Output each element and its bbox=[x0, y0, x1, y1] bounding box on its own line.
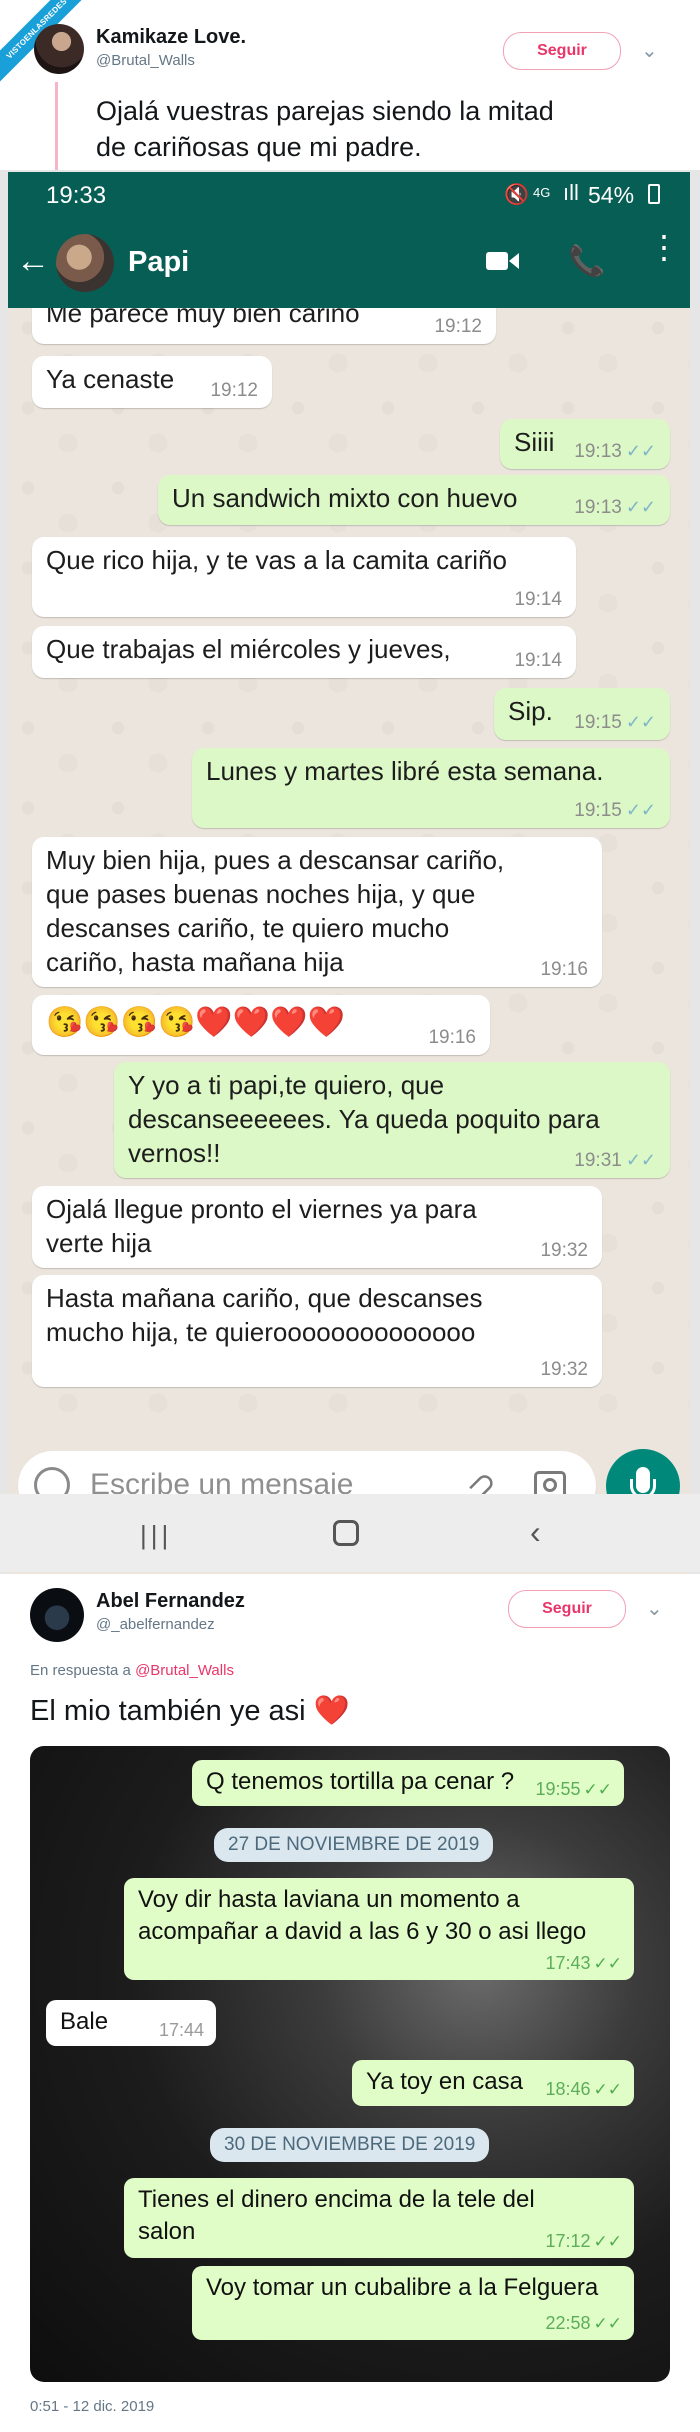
android-nav-bar-strip: ||| ‹ bbox=[0, 1494, 700, 1572]
thread-line bbox=[55, 82, 58, 170]
message-bubble[interactable]: Me parece muy bien cariño 19:12 bbox=[32, 308, 496, 344]
message-bubble[interactable]: Siiii 19:13 ✓✓ bbox=[500, 419, 670, 469]
chat-area: Me parece muy bien cariño 19:12 Ya cenas… bbox=[8, 308, 690, 1441]
read-ticks-icon: ✓✓ bbox=[625, 441, 656, 461]
network-label: 4G bbox=[533, 185, 551, 200]
message-bubble[interactable]: 😘😘😘😘❤️❤️❤️❤️ 19:16 bbox=[32, 995, 490, 1055]
chat-header: ← Papi 📞 ⋮ bbox=[8, 218, 690, 308]
reply-to-link[interactable]: @Brutal_Walls bbox=[135, 1662, 234, 1679]
battery-text: 54% bbox=[588, 182, 635, 208]
read-ticks-icon: ✓✓ bbox=[593, 2232, 623, 2251]
back-arrow-icon[interactable]: ← bbox=[16, 242, 50, 280]
author-handle[interactable]: @_abelfernandez bbox=[96, 1616, 215, 1633]
more-options-icon[interactable]: ⋮ bbox=[648, 231, 680, 263]
reply-context: En respuesta a @Brutal_Walls bbox=[30, 1662, 234, 1679]
author-name[interactable]: Kamikaze Love. bbox=[96, 26, 246, 49]
message-bubble[interactable]: Voy dir hasta laviana un momento a acomp… bbox=[124, 1878, 634, 1980]
back-icon[interactable]: ‹ bbox=[530, 1514, 541, 1551]
message-bubble[interactable]: Lunes y martes libré esta semana. 19:15 ✓… bbox=[192, 748, 670, 828]
video-call-icon[interactable] bbox=[486, 250, 519, 272]
contact-name[interactable]: Papi bbox=[128, 246, 189, 279]
read-ticks-icon: ✓✓ bbox=[583, 1780, 613, 1799]
avatar[interactable] bbox=[30, 1588, 84, 1642]
read-ticks-icon: ✓✓ bbox=[625, 800, 656, 820]
message-bubble[interactable]: Q tenemos tortilla pa cenar ? 19:55 ✓✓ bbox=[192, 1760, 624, 1806]
message-bubble[interactable]: Voy tomar un cubalibre a la Felguera 22:… bbox=[192, 2266, 634, 2340]
message-bubble[interactable]: Sip. 19:15 ✓✓ bbox=[494, 688, 670, 740]
chat-screenshot: Q tenemos tortilla pa cenar ? 19:55 ✓✓ 27… bbox=[30, 1746, 670, 2382]
status-time: 19:33 bbox=[46, 182, 107, 209]
tweet-text: El mio también ye asi ❤️ bbox=[30, 1695, 350, 1727]
date-separator: 27 DE NOVIEMBRE DE 2019 bbox=[214, 1828, 494, 1862]
message-bubble[interactable]: Bale 17:44 bbox=[46, 2000, 216, 2046]
read-ticks-icon: ✓✓ bbox=[625, 1150, 656, 1170]
battery-icon bbox=[648, 184, 660, 204]
date-separator: 30 DE NOVIEMBRE DE 2019 bbox=[210, 2128, 490, 2162]
message-bubble[interactable]: Y yo a ti papi,te quiero, que descanseee… bbox=[114, 1062, 670, 1178]
chevron-down-icon[interactable]: ⌄ bbox=[646, 1596, 663, 1621]
tweet-text-line1: Ojalá vuestras parejas siendo la mitad bbox=[96, 96, 554, 126]
message-bubble[interactable]: Tienes el dinero encima de la tele del s… bbox=[124, 2178, 634, 2258]
message-bubble[interactable]: Hasta mañana cariño, que descanses mucho… bbox=[32, 1275, 602, 1387]
signal-icon: ıll bbox=[563, 180, 579, 205]
mute-icon: 🔇 bbox=[504, 184, 529, 206]
message-bubble[interactable]: Ya cenaste 19:12 bbox=[32, 356, 272, 408]
read-ticks-icon: ✓✓ bbox=[593, 2314, 623, 2333]
heart-icon: ❤️ bbox=[313, 1695, 350, 1727]
follow-button[interactable]: Seguir bbox=[508, 1590, 626, 1628]
author-name[interactable]: Abel Fernandez bbox=[96, 1590, 245, 1613]
message-bubble[interactable]: Un sandwich mixto con huevo 19:13 ✓✓ bbox=[158, 475, 670, 525]
recent-apps-icon[interactable]: ||| bbox=[140, 1520, 172, 1551]
message-bubble[interactable]: Muy bien hija, pues a descansar cariño, … bbox=[32, 837, 602, 987]
tweet-text-line2: de cariñosas que mi padre. bbox=[96, 132, 422, 162]
status-bar: 19:33 🔇 4G ıll 54% bbox=[8, 172, 690, 218]
read-ticks-icon: ✓✓ bbox=[625, 497, 656, 517]
tweet-original: VISTOENLASREDES Kamikaze Love. @Brutal_W… bbox=[0, 0, 700, 170]
read-ticks-icon: ✓✓ bbox=[625, 712, 656, 732]
phone-icon[interactable]: 📞 bbox=[568, 244, 605, 279]
avatar[interactable] bbox=[34, 24, 84, 74]
author-handle[interactable]: @Brutal_Walls bbox=[96, 52, 195, 69]
whatsapp-screenshot: 19:33 🔇 4G ıll 54% ← Papi 📞 ⋮ Me parece … bbox=[8, 172, 690, 1574]
message-bubble[interactable]: Que trabajas el miércoles y jueves, 19:1… bbox=[32, 626, 576, 678]
message-bubble[interactable]: Ya toy en casa 18:46 ✓✓ bbox=[352, 2060, 634, 2106]
message-bubble[interactable]: Ojalá llegue pronto el viernes ya para v… bbox=[32, 1186, 602, 1268]
read-ticks-icon: ✓✓ bbox=[593, 1954, 623, 1973]
contact-avatar[interactable] bbox=[56, 234, 114, 292]
chevron-down-icon[interactable]: ⌄ bbox=[641, 38, 658, 63]
follow-button[interactable]: Seguir bbox=[503, 32, 621, 70]
read-ticks-icon: ✓✓ bbox=[593, 2080, 623, 2099]
tweet-timestamp[interactable]: 0:51 - 12 dic. 2019 bbox=[30, 2398, 154, 2415]
message-bubble[interactable]: Que rico hija, y te vas a la camita cari… bbox=[32, 537, 576, 617]
home-icon[interactable] bbox=[333, 1520, 359, 1546]
